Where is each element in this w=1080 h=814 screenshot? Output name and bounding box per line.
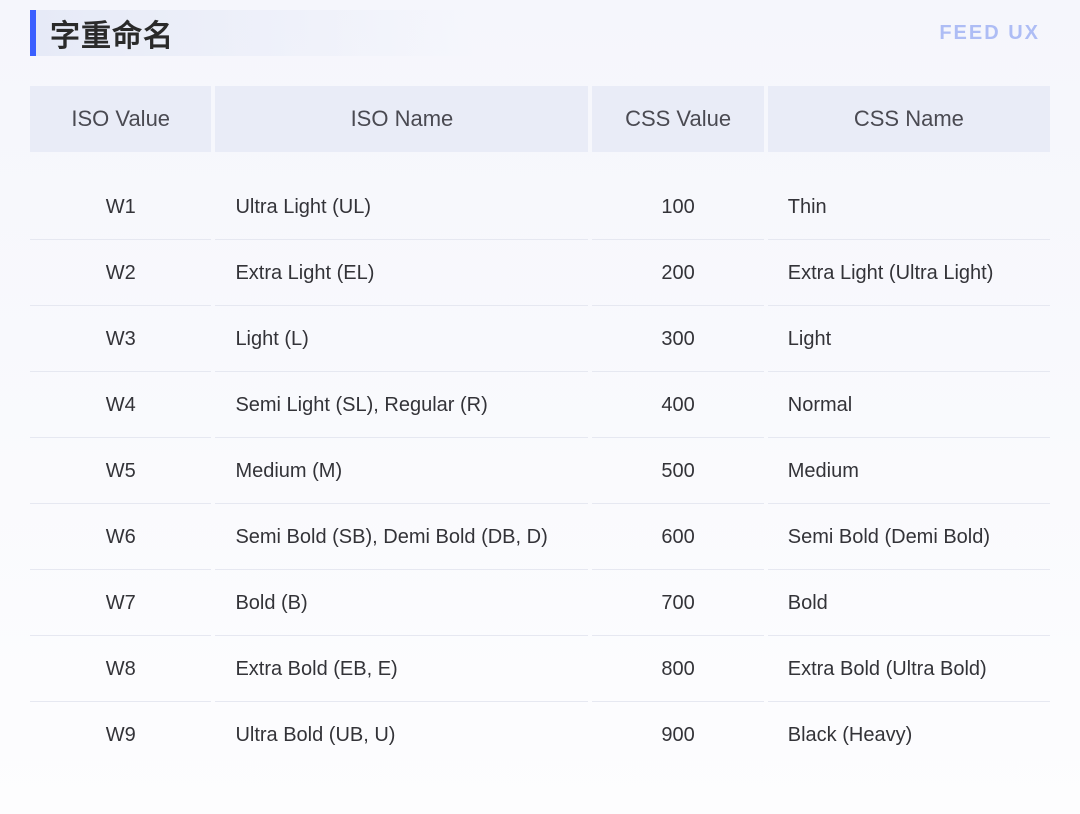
cell-iso-value: W4 (30, 372, 211, 438)
cell-iso-value: W5 (30, 438, 211, 504)
table-row: W6Semi Bold (SB), Demi Bold (DB, D)600Se… (30, 504, 1050, 570)
cell-iso-name: Medium (M) (215, 438, 588, 504)
header: 字重命名 FEED UX (0, 0, 1080, 56)
cell-css-name: Light (768, 306, 1050, 372)
table-row: W2Extra Light (EL)200Extra Light (Ultra … (30, 240, 1050, 306)
cell-iso-name: Light (L) (215, 306, 588, 372)
cell-iso-value: W9 (30, 702, 211, 767)
cell-css-name: Extra Bold (Ultra Bold) (768, 636, 1050, 702)
cell-iso-name: Bold (B) (215, 570, 588, 636)
cell-iso-value: W3 (30, 306, 211, 372)
brand-label: FEED UX (939, 22, 1050, 45)
cell-css-value: 100 (592, 174, 763, 240)
table-row: W9Ultra Bold (UB, U)900Black (Heavy) (30, 702, 1050, 767)
cell-css-name: Medium (768, 438, 1050, 504)
cell-css-value: 500 (592, 438, 763, 504)
cell-css-value: 200 (592, 240, 763, 306)
cell-css-value: 600 (592, 504, 763, 570)
cell-iso-value: W2 (30, 240, 211, 306)
table-row: W4Semi Light (SL), Regular (R)400Normal (30, 372, 1050, 438)
cell-iso-name: Ultra Bold (UB, U) (215, 702, 588, 767)
cell-iso-name: Ultra Light (UL) (215, 174, 588, 240)
cell-css-value: 700 (592, 570, 763, 636)
cell-iso-name: Extra Light (EL) (215, 240, 588, 306)
table-body: W1Ultra Light (UL)100ThinW2Extra Light (… (30, 152, 1050, 767)
cell-css-name: Normal (768, 372, 1050, 438)
table-row: W1Ultra Light (UL)100Thin (30, 174, 1050, 240)
table-row: W7Bold (B)700Bold (30, 570, 1050, 636)
cell-css-value: 300 (592, 306, 763, 372)
font-weight-table: ISO Value ISO Name CSS Value CSS Name W1… (26, 86, 1054, 767)
cell-iso-name: Semi Light (SL), Regular (R) (215, 372, 588, 438)
col-header-css-value: CSS Value (592, 86, 763, 152)
col-header-iso-name: ISO Name (215, 86, 588, 152)
cell-css-name: Bold (768, 570, 1050, 636)
col-header-iso-value: ISO Value (30, 86, 211, 152)
cell-css-value: 900 (592, 702, 763, 767)
cell-css-name: Thin (768, 174, 1050, 240)
cell-css-value: 400 (592, 372, 763, 438)
cell-iso-value: W8 (30, 636, 211, 702)
cell-css-name: Semi Bold (Demi Bold) (768, 504, 1050, 570)
title-block: 字重命名 (30, 10, 474, 56)
table-header-row: ISO Value ISO Name CSS Value CSS Name (30, 86, 1050, 152)
cell-iso-value: W7 (30, 570, 211, 636)
cell-css-name: Extra Light (Ultra Light) (768, 240, 1050, 306)
col-header-css-name: CSS Name (768, 86, 1050, 152)
cell-iso-value: W1 (30, 174, 211, 240)
cell-css-value: 800 (592, 636, 763, 702)
cell-iso-name: Extra Bold (EB, E) (215, 636, 588, 702)
table-container: ISO Value ISO Name CSS Value CSS Name W1… (0, 56, 1080, 767)
table-row: W3Light (L)300Light (30, 306, 1050, 372)
cell-css-name: Black (Heavy) (768, 702, 1050, 767)
cell-iso-name: Semi Bold (SB), Demi Bold (DB, D) (215, 504, 588, 570)
table-row: W8Extra Bold (EB, E)800Extra Bold (Ultra… (30, 636, 1050, 702)
page-title: 字重命名 (50, 11, 174, 55)
table-row: W5Medium (M)500Medium (30, 438, 1050, 504)
title-accent-bar (30, 10, 36, 56)
cell-iso-value: W6 (30, 504, 211, 570)
